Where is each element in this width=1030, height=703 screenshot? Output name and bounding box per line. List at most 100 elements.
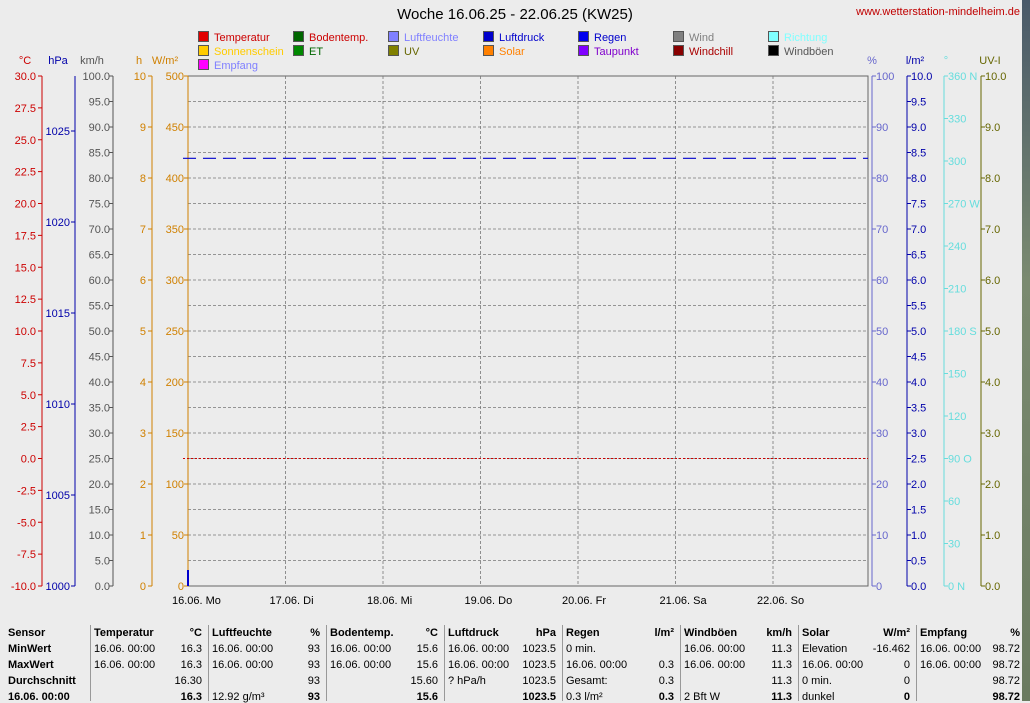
uvi-axis-tick-label: 4.0 <box>985 377 1000 389</box>
direction-axis-tick-label: 0 N <box>948 581 965 593</box>
humidity-axis-tick-label: 80 <box>876 173 888 185</box>
day-label: 16.06. Mo <box>172 595 221 607</box>
axis-unit-label: hPa <box>48 55 68 67</box>
humidity-axis-tick-label: 10 <box>876 530 888 542</box>
direction-axis-tick-label: 180 S <box>948 326 977 338</box>
day-label: 22.06. So <box>757 595 804 607</box>
humidity-axis-tick-label: 60 <box>876 275 888 287</box>
table-cell-value: 1023.5 <box>522 643 556 655</box>
uvi-axis-tick-label: 5.0 <box>985 326 1000 338</box>
table-cell-value: 93 <box>307 643 320 655</box>
table-cell-value: -16.462 <box>872 643 910 655</box>
column-separator <box>90 625 91 701</box>
table-cell-value: 1023.5 <box>522 675 556 687</box>
weather-chart: 16.06. Mo 17.06. Di 18.06. Mi 19.06. Do 20.0… <box>11 55 1007 607</box>
direction-axis-tick-label: 150 <box>948 369 966 381</box>
hpa-axis-tick-label: 1000 <box>46 581 70 593</box>
table-cell-value: 98.72 <box>992 691 1020 703</box>
axis-unit-label: °C <box>19 55 31 67</box>
rain-axis-tick-label: 0.5 <box>911 556 926 568</box>
table-cell-value: 93 <box>307 675 320 687</box>
hours-axis-tick-label: 10 <box>134 71 146 83</box>
table-cell-value: 15.6 <box>416 659 438 671</box>
rain-axis-tick-label: 0.0 <box>911 581 926 593</box>
wm2-axis-tick-label: 300 <box>166 275 184 287</box>
sensor-summary-table: Sensor Temperatur °C Luftfeuchte% Bodentemp.… <box>0 625 1030 703</box>
kmh-axis-tick-label: 100.0 <box>82 71 110 83</box>
kmh-axis-tick-label: 35.0 <box>89 403 110 415</box>
kmh-axis-tick-label: 30.0 <box>89 428 110 440</box>
direction-axis-tick-label: 210 <box>948 284 966 296</box>
day-label: 19.06. Do <box>465 595 513 607</box>
hpa-axis-tick-label: 1015 <box>46 308 70 320</box>
temp-axis-tick-label: 12.5 <box>15 294 36 306</box>
rain-axis-tick-label: 1.5 <box>911 505 926 517</box>
table-cell-value: 0.3 <box>658 675 674 687</box>
temp-axis-tick-label: 5.0 <box>21 390 36 402</box>
hpa-axis-tick-label: 1010 <box>46 399 70 411</box>
rain-axis-tick-label: 5.5 <box>911 301 926 313</box>
hours-axis-tick-label: 4 <box>140 377 146 389</box>
table-header-unit: hPa <box>535 627 556 639</box>
temp-axis-tick-label: -5.0 <box>17 517 36 529</box>
temp-axis-tick-label: 2.5 <box>21 422 36 434</box>
column-separator <box>562 625 563 701</box>
column-separator <box>208 625 209 701</box>
table-cell-value: 1023.5 <box>522 691 556 703</box>
kmh-axis-tick-label: 80.0 <box>89 173 110 185</box>
temp-axis-tick-label: 22.5 <box>15 167 36 179</box>
hours-axis-tick-label: 6 <box>140 275 146 287</box>
hours-axis-tick-label: 9 <box>140 122 146 134</box>
temp-axis-tick-label: 30.0 <box>15 71 36 83</box>
kmh-axis-tick-label: 40.0 <box>89 377 110 389</box>
temp-axis-tick-label: 17.5 <box>15 230 36 242</box>
rain-axis-tick-label: 5.0 <box>911 326 926 338</box>
table-cell-value: 16.30 <box>174 675 202 687</box>
table-cell-value: 0 <box>903 659 910 671</box>
wm2-axis-tick-label: 100 <box>166 479 184 491</box>
direction-axis-tick-label: 270 W <box>948 199 980 211</box>
rain-axis-tick-label: 6.0 <box>911 275 926 287</box>
background-image-strip <box>1022 0 1030 701</box>
column-separator <box>680 625 681 701</box>
temp-axis-tick-label: 15.0 <box>15 262 36 274</box>
hours-axis-tick-label: 2 <box>140 479 146 491</box>
kmh-axis-tick-label: 20.0 <box>89 479 110 491</box>
table-header: Sensor <box>8 627 46 639</box>
temp-axis-tick-label: 10.0 <box>15 326 36 338</box>
hours-axis-tick-label: 1 <box>140 530 146 542</box>
hours-axis-tick-label: 5 <box>140 326 146 338</box>
table-header-unit: % <box>1010 627 1020 639</box>
axis-unit-label: h <box>136 55 142 67</box>
uvi-axis-tick-label: 6.0 <box>985 275 1000 287</box>
table-cell-value: 0.3 <box>658 691 674 703</box>
kmh-axis-tick-label: 60.0 <box>89 275 110 287</box>
temp-axis-tick-label: 0.0 <box>21 454 36 466</box>
humidity-axis-tick-label: 70 <box>876 224 888 236</box>
table-cell-value: 15.6 <box>416 691 438 703</box>
wm2-axis-tick-label: 0 <box>178 581 184 593</box>
direction-axis-tick-label: 90 O <box>948 454 972 466</box>
table-header-unit: km/h <box>766 627 792 639</box>
table-header-unit: °C <box>189 627 202 639</box>
kmh-axis-tick-label: 45.0 <box>89 352 110 364</box>
table-cell-value: 11.3 <box>771 675 792 687</box>
kmh-axis-tick-label: 75.0 <box>89 199 110 211</box>
wm2-axis-tick-label: 400 <box>166 173 184 185</box>
temp-axis-tick-label: 27.5 <box>15 103 36 115</box>
direction-axis-tick-label: 300 <box>948 156 966 168</box>
direction-axis-tick-label: 330 <box>948 114 966 126</box>
wm2-axis-tick-label: 350 <box>166 224 184 236</box>
rain-axis-tick-label: 3.5 <box>911 403 926 415</box>
wm2-axis-tick-label: 200 <box>166 377 184 389</box>
uvi-axis-tick-label: 8.0 <box>985 173 1000 185</box>
temp-axis-tick-label: -10.0 <box>11 581 36 593</box>
rain-axis-tick-label: 7.5 <box>911 199 926 211</box>
wm2-axis-tick-label: 450 <box>166 122 184 134</box>
table-cell-value: 11.3 <box>771 643 792 655</box>
axis-unit-label: W/m² <box>152 55 179 67</box>
humidity-axis-tick-label: 40 <box>876 377 888 389</box>
column-separator <box>798 625 799 701</box>
hours-axis-tick-label: 8 <box>140 173 146 185</box>
table-cell-value: 93 <box>307 691 320 703</box>
